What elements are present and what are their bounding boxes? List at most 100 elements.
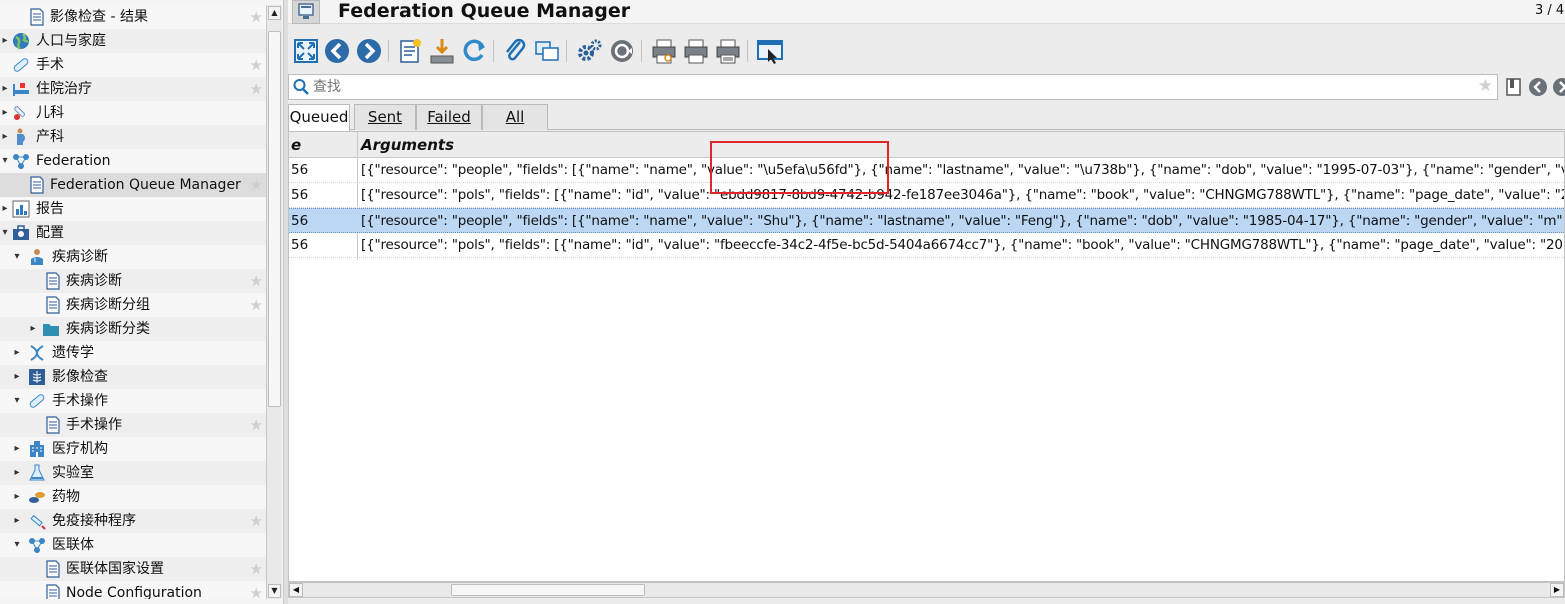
sidebar-item[interactable]: 影像检查 - 结果 ★	[0, 5, 266, 29]
search-input[interactable]	[313, 77, 1463, 97]
sidebar-item[interactable]: ▾ 配置	[0, 221, 266, 245]
column-header-truncated[interactable]: e	[291, 132, 301, 158]
bookmark-star-icon[interactable]: ★	[1478, 76, 1493, 96]
expanded-arrow-icon[interactable]: ▾	[12, 533, 22, 557]
favorite-star-icon[interactable]: ★	[250, 269, 263, 293]
bookmarks-icon[interactable]	[1503, 76, 1525, 98]
favorite-star-icon[interactable]: ★	[250, 509, 263, 533]
sidebar-item[interactable]: 手术 ★	[0, 53, 266, 77]
print-icon[interactable]	[682, 36, 710, 66]
table-row[interactable]: 56 [{"resource": "people", "fields": [{"n…	[289, 208, 1564, 233]
tab-all[interactable]: All	[482, 104, 548, 130]
sidebar-item-label: 影像检查 - 结果	[50, 9, 148, 25]
expanded-arrow-icon[interactable]: ▾	[12, 245, 22, 269]
horizontal-scrollbar[interactable]: ◀ ▶	[288, 582, 1565, 598]
collapsed-arrow-icon[interactable]: ▸	[12, 365, 22, 389]
scroll-right-button[interactable]: ▶	[1550, 583, 1564, 597]
collapsed-arrow-icon[interactable]: ▸	[12, 341, 22, 365]
scroll-down-button[interactable]: ▼	[268, 584, 281, 598]
sidebar-item[interactable]: ▸ 产科	[0, 125, 266, 149]
sidebar-item-label: 手术操作	[66, 417, 122, 433]
sidebar-item[interactable]: ▸ 药物	[0, 485, 266, 509]
bar-chart-icon	[12, 200, 30, 218]
sidebar-item-label: 产科	[36, 129, 64, 145]
collapsed-arrow-icon[interactable]: ▸	[0, 101, 10, 125]
sidebar-item[interactable]: ▸ 免疫接种程序 ★	[0, 509, 266, 533]
table-row[interactable]: 56 [{"resource": "pols", "fields": [{"nam…	[289, 183, 1564, 208]
sidebar-item[interactable]: Node Configuration ★	[0, 581, 266, 599]
search-previous-icon[interactable]	[1527, 76, 1549, 98]
collapsed-arrow-icon[interactable]: ▸	[12, 509, 22, 533]
favorite-star-icon[interactable]: ★	[250, 173, 263, 197]
table-row[interactable]: 56 [{"resource": "people", "fields": [{"n…	[289, 158, 1564, 183]
sidebar-item[interactable]: ▾ 医联体	[0, 533, 266, 557]
tab-sent[interactable]: Sent	[354, 104, 416, 130]
favorite-star-icon[interactable]: ★	[250, 413, 263, 437]
scroll-left-button[interactable]: ◀	[289, 583, 303, 597]
sidebar-item[interactable]: ▸ 儿科	[0, 101, 266, 125]
tab-queued[interactable]: Queued	[288, 104, 350, 131]
scroll-up-button[interactable]: ▲	[268, 6, 281, 20]
sidebar-item[interactable]: 医联体国家设置 ★	[0, 557, 266, 581]
sidebar-item[interactable]: ▸ 医疗机构	[0, 437, 266, 461]
sidebar-item-label: Federation	[36, 153, 111, 169]
expanded-arrow-icon[interactable]: ▾	[0, 149, 10, 173]
sidebar-item[interactable]: ▸ 报告	[0, 197, 266, 221]
favorite-star-icon[interactable]: ★	[250, 557, 263, 581]
actions-gear-icon[interactable]	[575, 36, 603, 66]
open-window-icon[interactable]	[756, 36, 784, 66]
notes-icon[interactable]	[533, 36, 561, 66]
table-row[interactable]: 56 [{"resource": "pols", "fields": [{"nam…	[289, 233, 1564, 258]
favorite-star-icon[interactable]: ★	[250, 77, 263, 101]
previous-icon[interactable]	[323, 36, 351, 66]
next-icon[interactable]	[355, 36, 383, 66]
attachment-icon[interactable]	[501, 36, 529, 66]
sidebar-item[interactable]: 手术操作 ★	[0, 413, 266, 437]
sidebar-item[interactable]: 疾病诊断分组 ★	[0, 293, 266, 317]
collapsed-arrow-icon[interactable]: ▸	[12, 485, 22, 509]
scrollbar-thumb[interactable]	[268, 31, 281, 407]
thermometer-icon	[12, 104, 30, 122]
collapsed-arrow-icon[interactable]: ▸	[0, 197, 10, 221]
sidebar-item-label: 疾病诊断分组	[66, 297, 150, 313]
sidebar-item[interactable]: ▸ 遗传学	[0, 341, 266, 365]
relate-icon[interactable]	[608, 36, 636, 66]
search-next-icon[interactable]	[1551, 76, 1565, 98]
window-tab-icon[interactable]	[292, 0, 320, 24]
sidebar-item[interactable]: ▸ 实验室	[0, 461, 266, 485]
favorite-star-icon[interactable]: ★	[250, 5, 263, 29]
column-header-arguments[interactable]: Arguments	[361, 132, 454, 158]
sidebar-item[interactable]: ▾ Federation	[0, 149, 266, 173]
sidebar-item[interactable]: ▾ 疾病诊断	[0, 245, 266, 269]
hospital-bed-icon	[12, 80, 30, 98]
print-preview-icon[interactable]	[650, 36, 678, 66]
folder-icon	[42, 320, 60, 338]
expanded-arrow-icon[interactable]: ▾	[12, 389, 22, 413]
collapsed-arrow-icon[interactable]: ▸	[12, 437, 22, 461]
collapsed-arrow-icon[interactable]: ▸	[0, 125, 10, 149]
reload-icon[interactable]	[460, 36, 488, 66]
fullscreen-icon[interactable]	[292, 36, 320, 66]
collapsed-arrow-icon[interactable]: ▸	[12, 461, 22, 485]
collapsed-arrow-icon[interactable]: ▸	[28, 317, 38, 341]
import-icon[interactable]	[428, 36, 456, 66]
sidebar-item[interactable]: ▸ 人口与家庭	[0, 29, 266, 53]
new-record-icon[interactable]	[396, 36, 424, 66]
collapsed-arrow-icon[interactable]: ▸	[0, 29, 10, 53]
favorite-star-icon[interactable]: ★	[250, 293, 263, 317]
print-all-icon[interactable]	[714, 36, 742, 66]
sidebar-item[interactable]: 疾病诊断 ★	[0, 269, 266, 293]
favorite-star-icon[interactable]: ★	[250, 53, 263, 77]
document-icon	[44, 416, 62, 434]
sidebar-item[interactable]: ▸ 影像检查	[0, 365, 266, 389]
scrollbar-thumb[interactable]	[451, 584, 645, 596]
sidebar-scrollbar[interactable]: ▲ ▼	[266, 5, 282, 599]
sidebar-item[interactable]: ▸ 疾病诊断分类	[0, 317, 266, 341]
sidebar-item[interactable]: ▸ 住院治疗 ★	[0, 77, 266, 101]
expanded-arrow-icon[interactable]: ▾	[0, 221, 10, 245]
collapsed-arrow-icon[interactable]: ▸	[0, 77, 10, 101]
tab-failed[interactable]: Failed	[416, 104, 482, 130]
sidebar-item[interactable]: Federation Queue Manager ★	[0, 173, 266, 197]
favorite-star-icon[interactable]: ★	[250, 581, 263, 599]
sidebar-item[interactable]: ▾ 手术操作	[0, 389, 266, 413]
